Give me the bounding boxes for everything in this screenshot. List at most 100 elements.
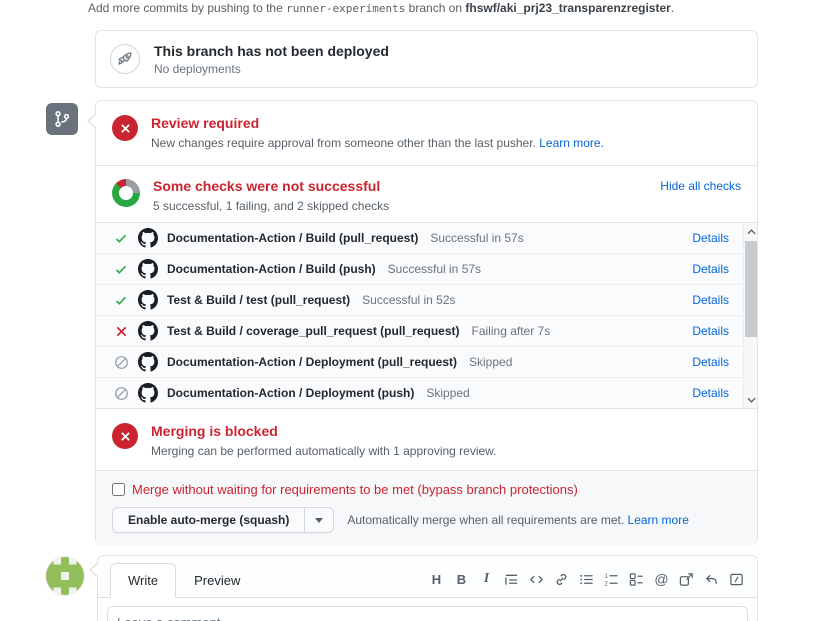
- comment-body: [98, 598, 757, 621]
- comment-form-header: Write Preview H B I 12: [98, 556, 757, 598]
- skip-icon: [113, 355, 129, 370]
- bypass-protections-label: Merge without waiting for requirements t…: [132, 482, 578, 497]
- enable-auto-merge-button[interactable]: Enable auto-merge (squash): [113, 508, 304, 532]
- check-result: Successful in 52s: [362, 293, 455, 307]
- github-actions-avatar-icon: [138, 383, 158, 403]
- push-hint-suffix: .: [671, 1, 674, 15]
- check-result: Failing after 7s: [472, 324, 551, 338]
- check-row: Documentation-Action / Build (push) Succ…: [96, 254, 757, 285]
- review-learn-more-link[interactable]: Learn more.: [539, 136, 604, 150]
- quote-icon[interactable]: [501, 570, 522, 588]
- check-row: Documentation-Action / Build (pull_reque…: [96, 223, 757, 254]
- merge-actions-footer: Merge without waiting for requirements t…: [96, 471, 757, 546]
- scroll-up-icon[interactable]: [744, 223, 757, 240]
- bypass-protections-checkbox[interactable]: [112, 483, 125, 496]
- git-branch-icon: [46, 103, 78, 135]
- review-required-section: Review required New changes require appr…: [96, 101, 757, 166]
- check-row: Documentation-Action / Deployment (push)…: [96, 378, 757, 409]
- scroll-down-icon[interactable]: [744, 391, 757, 408]
- check-result: Skipped: [426, 386, 469, 400]
- check-name: Documentation-Action / Deployment (pull_…: [167, 355, 457, 369]
- reply-icon[interactable]: [701, 570, 722, 588]
- checks-summary-subtitle: 5 successful, 1 failing, and 2 skipped c…: [153, 199, 389, 213]
- check-details-link[interactable]: Details: [692, 293, 729, 307]
- svg-text:1: 1: [604, 572, 608, 579]
- tab-preview[interactable]: Preview: [176, 563, 258, 598]
- x-circle-icon: [112, 423, 138, 449]
- enable-auto-merge-button-group: Enable auto-merge (squash): [112, 507, 334, 533]
- check-name: Test & Build / test (pull_request): [167, 293, 350, 307]
- checks-list: Documentation-Action / Build (pull_reque…: [96, 223, 757, 409]
- unordered-list-icon[interactable]: [576, 570, 597, 588]
- github-actions-avatar-icon: [138, 228, 158, 248]
- review-required-title: Review required: [151, 114, 604, 132]
- github-actions-avatar-icon: [138, 321, 158, 341]
- user-avatar[interactable]: [46, 557, 84, 595]
- auto-merge-hint: Automatically merge when all requirement…: [347, 513, 689, 527]
- code-icon[interactable]: [526, 570, 547, 588]
- check-name: Documentation-Action / Deployment (push): [167, 386, 414, 400]
- skip-icon: [113, 386, 129, 401]
- rocket-icon: [110, 44, 140, 74]
- check-row: Test & Build / test (pull_request) Succe…: [96, 285, 757, 316]
- check-result: Successful in 57s: [388, 262, 481, 276]
- markdown-toolbar: H B I 12 @: [426, 570, 747, 597]
- task-list-icon[interactable]: [626, 570, 647, 588]
- check-icon: [113, 294, 129, 307]
- push-hint-prefix: Add more commits by pushing to the: [88, 1, 283, 15]
- chevron-down-icon: [315, 518, 323, 523]
- check-details-link[interactable]: Details: [692, 262, 729, 276]
- bold-icon[interactable]: B: [451, 570, 472, 588]
- comment-tabs: Write Preview: [110, 563, 258, 597]
- check-row: Test & Build / coverage_pull_request (pu…: [96, 316, 757, 347]
- saved-replies-icon[interactable]: [726, 570, 747, 588]
- auto-merge-options-dropdown[interactable]: [304, 508, 333, 532]
- mention-icon[interactable]: @: [651, 570, 672, 588]
- check-result: Skipped: [469, 355, 512, 369]
- check-name: Documentation-Action / Build (push): [167, 262, 376, 276]
- checks-summary-title: Some checks were not successful: [153, 177, 389, 195]
- checks-scrollbar[interactable]: [743, 223, 757, 408]
- checks-donut-icon: [112, 179, 140, 207]
- x-icon: [113, 326, 129, 337]
- check-details-link[interactable]: Details: [692, 324, 729, 338]
- scrollbar-thumb[interactable]: [745, 241, 757, 337]
- svg-text:2: 2: [604, 580, 608, 587]
- check-result: Successful in 57s: [430, 231, 523, 245]
- check-details-link[interactable]: Details: [692, 355, 729, 369]
- merging-blocked-description: Merging can be performed automatically w…: [151, 444, 497, 458]
- link-icon[interactable]: [551, 570, 572, 588]
- check-name: Test & Build / coverage_pull_request (pu…: [167, 324, 460, 338]
- auto-merge-hint-text: Automatically merge when all requirement…: [347, 513, 624, 527]
- checks-summary-section: Some checks were not successful 5 succes…: [96, 166, 757, 223]
- repo-name: fhswf/aki_prj23_transparenzregister: [465, 1, 670, 15]
- github-actions-avatar-icon: [138, 290, 158, 310]
- heading-icon[interactable]: H: [426, 570, 447, 588]
- push-hint-middle: branch on: [409, 1, 462, 15]
- merging-blocked-section: Merging is blocked Merging can be perfor…: [96, 409, 757, 471]
- hide-all-checks-link[interactable]: Hide all checks: [660, 179, 741, 209]
- merge-status-box: Review required New changes require appr…: [95, 100, 758, 545]
- review-description-text: New changes require approval from someon…: [151, 136, 536, 150]
- cross-reference-icon[interactable]: [676, 570, 697, 588]
- check-details-link[interactable]: Details: [692, 386, 729, 400]
- x-circle-icon: [112, 115, 138, 141]
- github-actions-avatar-icon: [138, 352, 158, 372]
- push-hint-text: Add more commits by pushing to the runne…: [88, 1, 674, 15]
- tab-write[interactable]: Write: [110, 563, 176, 598]
- check-name: Documentation-Action / Build (pull_reque…: [167, 231, 418, 245]
- ordered-list-icon[interactable]: 12: [601, 570, 622, 588]
- github-actions-avatar-icon: [138, 259, 158, 279]
- review-required-description: New changes require approval from someon…: [151, 136, 604, 150]
- check-details-link[interactable]: Details: [692, 231, 729, 245]
- deployment-title: This branch has not been deployed: [154, 43, 389, 59]
- italic-icon[interactable]: I: [476, 570, 497, 588]
- comment-form: Write Preview H B I 12: [97, 555, 758, 621]
- deployment-status-box: This branch has not been deployed No dep…: [95, 30, 758, 88]
- branch-name: runner-experiments: [286, 2, 405, 15]
- auto-merge-learn-more-link[interactable]: Learn more: [628, 513, 689, 527]
- bypass-protections-row: Merge without waiting for requirements t…: [112, 482, 741, 497]
- comment-textarea[interactable]: [107, 606, 748, 621]
- auto-merge-row: Enable auto-merge (squash) Automatically…: [112, 507, 741, 533]
- merging-blocked-title: Merging is blocked: [151, 422, 497, 440]
